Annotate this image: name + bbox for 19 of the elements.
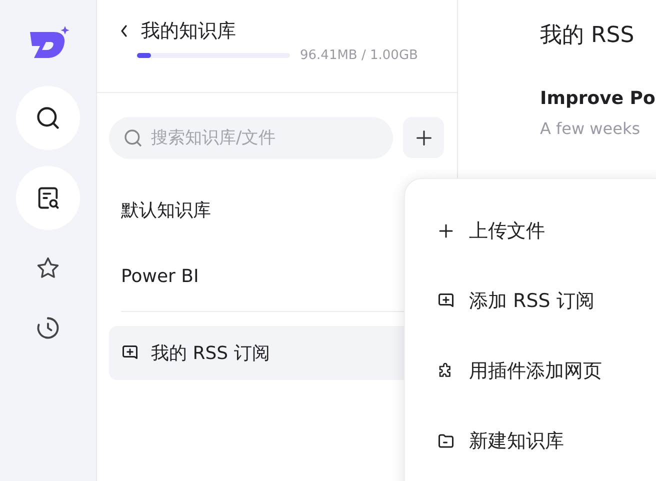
chevron-left-icon xyxy=(119,24,129,38)
folder-icon xyxy=(437,432,455,450)
add-button[interactable] xyxy=(403,117,444,158)
library-name: 我的 RSS 订阅 xyxy=(151,342,270,365)
plus-icon xyxy=(414,128,432,146)
library-name: Power BI xyxy=(121,266,199,286)
menu-item[interactable]: 上传文件 xyxy=(437,196,656,266)
search-icon xyxy=(35,105,61,131)
menu-item[interactable]: 新建知识库 xyxy=(437,406,656,476)
library-name: 默认知识库 xyxy=(121,199,211,222)
feed-title: 我的 RSS xyxy=(540,22,636,50)
star-icon xyxy=(35,255,61,281)
search-field[interactable]: 搜索知识库/文件 xyxy=(109,117,393,159)
plus-icon xyxy=(437,222,455,240)
article-time: A few weeks xyxy=(540,119,642,138)
article-title: Improve Po xyxy=(540,88,656,109)
library-title: 我的知识库 xyxy=(141,19,236,44)
history-icon xyxy=(35,315,61,341)
storage-reading: 96.41MB / 1.00GB xyxy=(300,48,418,63)
